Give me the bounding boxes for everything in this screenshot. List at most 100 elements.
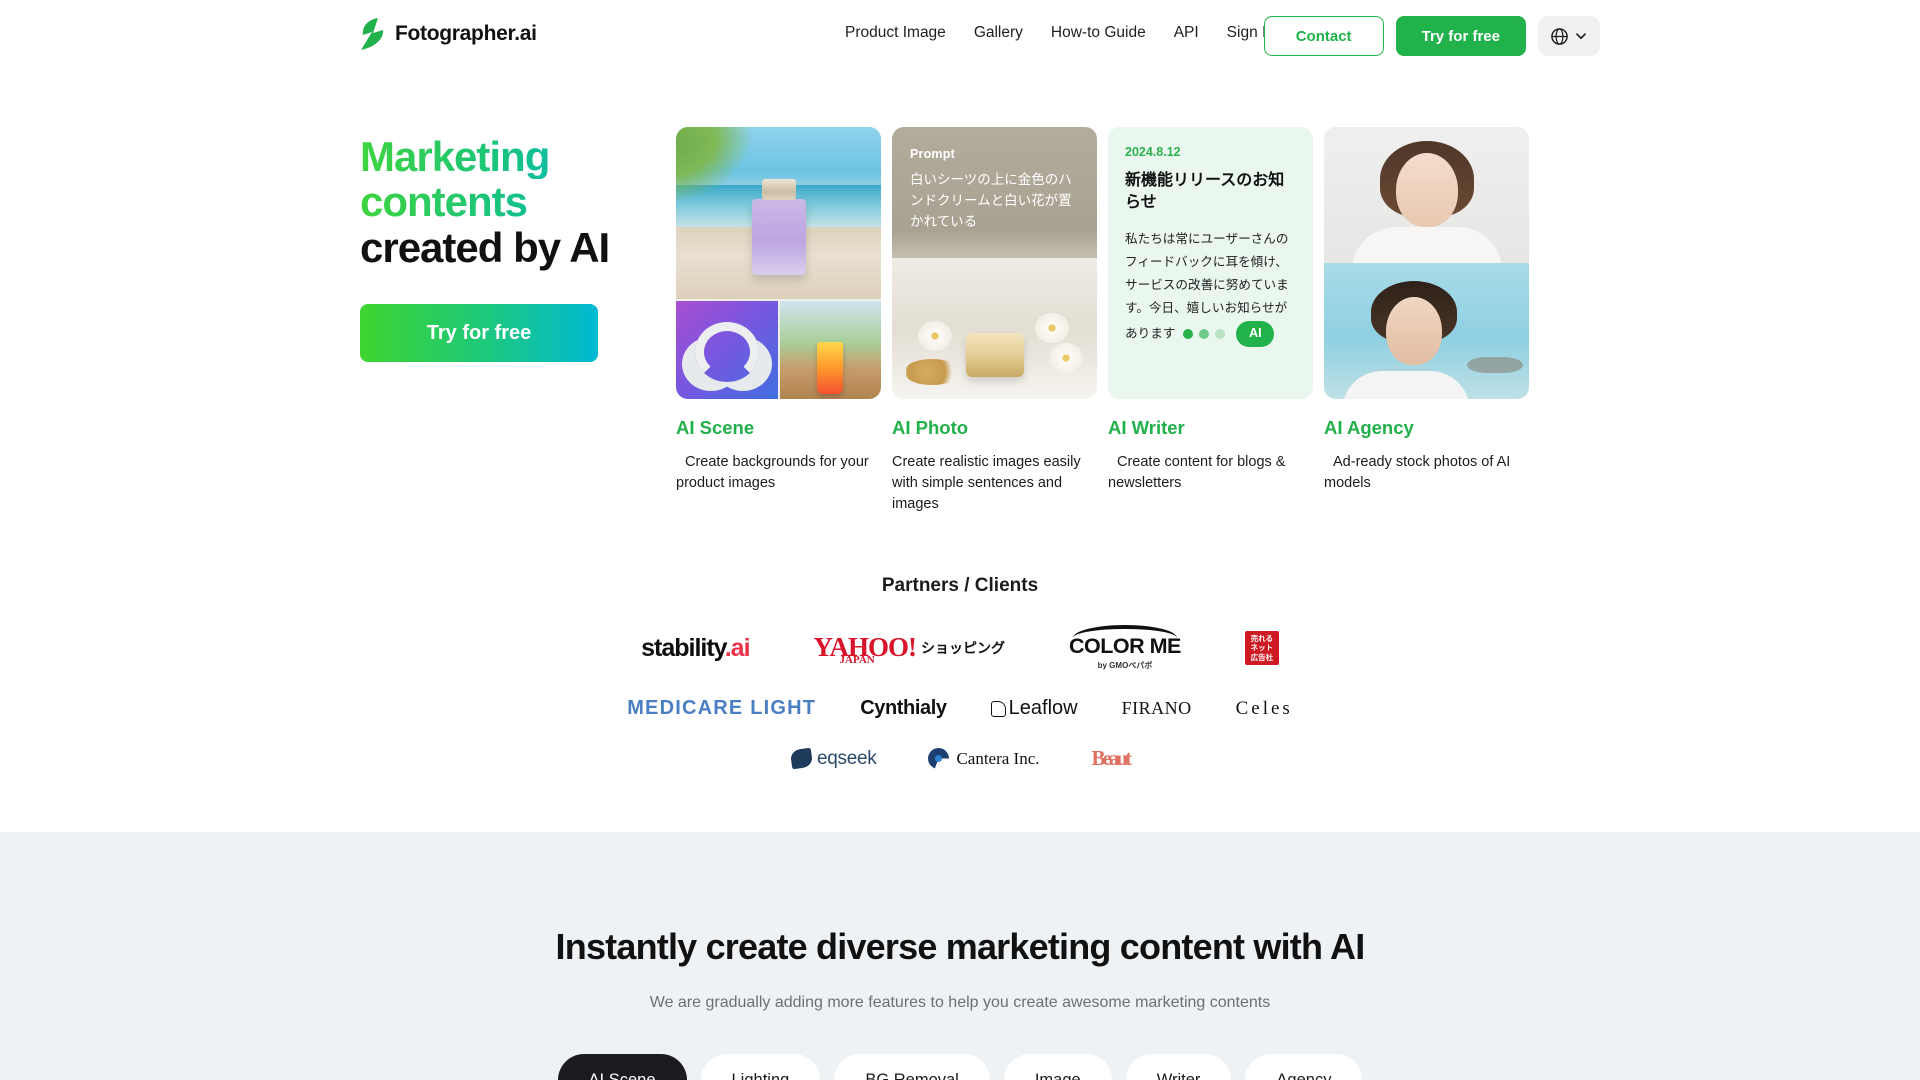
prompt-text: 白いシーツの上に金色のハンドクリームと白い花が置かれている <box>910 172 1072 229</box>
nav-item-api[interactable]: API <box>1174 24 1199 42</box>
eqseek-text: eqseek <box>816 747 877 769</box>
feature-card-ai-writer[interactable]: 2024.8.12 新機能リリースのお知らせ 私たちは常にユーザーさんのフィード… <box>1108 127 1313 515</box>
card-title: AI Photo <box>892 417 969 438</box>
partner-logo-leaflow: Leaflow <box>990 697 1078 720</box>
globe-icon <box>1551 27 1568 45</box>
hero-title-line-2: contents <box>360 179 620 225</box>
features-section: Instantly create diverse marketing conte… <box>0 832 1920 1080</box>
ai-badge: AI <box>1236 320 1275 347</box>
partner-logo-yahoo-shopping: YAHOO! JAPAN ショッピング <box>814 634 1006 666</box>
cantera-mark-icon <box>928 748 950 769</box>
dot-2 <box>1198 328 1209 339</box>
features-title: Instantly create diverse marketing conte… <box>555 926 1366 967</box>
perfume-cap <box>761 179 796 201</box>
colorme-subtext: by GMOペパボ <box>1097 661 1153 670</box>
dot-3 <box>1214 328 1225 339</box>
card-title: AI Scene <box>676 417 755 438</box>
stability-text: stability <box>641 633 726 662</box>
card-description: Ad-ready stock photos of AI models <box>1324 454 1511 492</box>
card-description: Create realistic images easily with simp… <box>892 454 1081 513</box>
tab-ai-scene[interactable]: AI Scene <box>557 1054 687 1080</box>
feature-card-ai-agency[interactable]: AI Agency Ad-ready stock photos of AI mo… <box>1324 127 1529 515</box>
brand-logo[interactable]: Fotographer.ai <box>360 18 537 50</box>
nav-item-gallery[interactable]: Gallery <box>974 24 1023 42</box>
eqseek-mark-icon <box>789 747 814 770</box>
partner-logo-cantera-inc: Cantera Inc. <box>928 748 1040 769</box>
cream-jar <box>965 333 1024 377</box>
ai-photo-media: Prompt 白いシーツの上に金色のハンドクリームと白い花が置かれている <box>892 127 1097 399</box>
product-thumbnail-row <box>676 301 881 399</box>
try-for-free-header-button[interactable]: Try for free <box>1395 16 1526 56</box>
leaf-icon <box>990 700 1006 717</box>
lightning-leaf-logo-icon <box>361 18 384 50</box>
partner-logo-beaut: Beaut <box>1091 746 1132 770</box>
feature-card-ai-photo[interactable]: Prompt 白いシーツの上に金色のハンドクリームと白い花が置かれている AI … <box>892 127 1097 515</box>
yahoo-japan-text: JAPAN <box>839 654 875 667</box>
brand-name: Fotographer.ai <box>395 22 537 45</box>
grain-pile <box>906 359 958 385</box>
contact-button[interactable]: Contact <box>1263 16 1384 56</box>
yahoo-shopping-text: ショッピング <box>921 639 1006 656</box>
tab-agency[interactable]: Agency <box>1245 1054 1363 1080</box>
features-subtitle: We are gradually adding more features to… <box>649 994 1271 1011</box>
hero-copy: Marketing contents created by AI Try for… <box>360 134 620 363</box>
background-rock <box>1467 357 1523 373</box>
card-description: Create content for blogs & newsletters <box>1108 454 1286 492</box>
cantera-text: Cantera Inc. <box>956 748 1040 768</box>
partner-logo-row-1: stability.ai YAHOO! JAPAN ショッピング COLOR M… <box>0 625 1920 671</box>
ai-writer-media: 2024.8.12 新機能リリースのお知らせ 私たちは常にユーザーさんのフィード… <box>1108 127 1313 399</box>
try-for-free-hero-button[interactable]: Try for free <box>360 304 598 363</box>
colorme-roof-icon <box>1072 625 1177 638</box>
nav-item-product-image[interactable]: Product Image <box>845 24 946 42</box>
landing-page: Fotographer.ai Product Image Gallery How… <box>0 0 1920 1080</box>
partner-logo-row-2: MEDICARE LIGHT Cynthialy Leaflow FIRANO … <box>0 697 1920 720</box>
tab-bg-removal[interactable]: BG Removal <box>834 1054 990 1080</box>
notice-heading: 新機能リリースのお知らせ <box>1125 172 1285 211</box>
chevron-down-icon <box>1576 33 1586 40</box>
site-header: Fotographer.ai Product Image Gallery How… <box>0 0 1920 72</box>
card-title: AI Agency <box>1324 417 1414 438</box>
nav-item-how-to-guide[interactable]: How-to Guide <box>1051 24 1146 42</box>
beach-perfume-image <box>676 127 881 299</box>
cocktail-thumbnail <box>779 301 881 399</box>
flower-1 <box>918 321 952 351</box>
tab-image[interactable]: Image <box>1003 1054 1112 1080</box>
feature-tabs: AI Scene Lighting BG Removal Image Write… <box>0 1054 1920 1080</box>
notice-body: 私たちは常にユーザーさんのフィードバックに耳を傾け、サービスの改善に努めています… <box>1125 228 1296 347</box>
ai-scene-media <box>676 127 881 399</box>
tab-lighting[interactable]: Lighting <box>700 1054 821 1080</box>
partner-logo-stability-ai: stability.ai <box>641 633 751 663</box>
card-title: AI Writer <box>1108 417 1185 438</box>
model-a-top <box>1351 227 1502 263</box>
tab-writer[interactable]: Writer <box>1125 1054 1232 1080</box>
ureru-text: 売れる ネット 広告社 <box>1250 633 1274 662</box>
perfume-bottle <box>751 199 806 276</box>
flower-3 <box>1049 343 1083 373</box>
header-actions: Contact Try for free <box>1263 16 1600 56</box>
partner-logo-firano: FIRANO <box>1121 698 1192 718</box>
hero-title-line-3: created by AI <box>360 223 610 271</box>
leaflow-text: Leaflow <box>1008 697 1078 719</box>
stability-accent: .ai <box>724 633 751 662</box>
male-model-photo <box>1324 263 1529 399</box>
feature-card-ai-scene[interactable]: AI Scene Create backgrounds for your pro… <box>676 127 881 515</box>
ai-agency-media <box>1324 127 1529 399</box>
notice-date: 2024.8.12 <box>1125 145 1181 159</box>
partner-logo-eqseek: eqseek <box>789 747 877 770</box>
dot-1 <box>1182 328 1193 339</box>
headphones-thumbnail <box>676 301 778 399</box>
partner-logo-ureru-net: 売れる ネット 広告社 <box>1244 631 1279 665</box>
language-selector[interactable] <box>1538 16 1600 56</box>
partner-logo-medicare-light: MEDICARE LIGHT <box>627 697 817 719</box>
partner-logo-color-me: COLOR ME by GMOペパボ <box>1069 625 1181 671</box>
feature-cards: AI Scene Create backgrounds for your pro… <box>676 127 1529 515</box>
notice-card: 2024.8.12 新機能リリースのお知らせ 私たちは常にユーザーさんのフィード… <box>1108 127 1313 399</box>
model-b-top <box>1342 371 1470 399</box>
partner-logo-celes: Celes <box>1235 697 1293 719</box>
typing-dots <box>1182 328 1225 339</box>
hero-title: Marketing contents created by AI <box>360 134 620 270</box>
partner-logo-cynthialy: Cynthialy <box>860 697 947 719</box>
partner-logo-row-3: eqseek Cantera Inc. Beaut <box>0 746 1920 771</box>
partners-section: Partners / Clients stability.ai YAHOO! J… <box>0 575 1920 771</box>
yahoo-wordmark: YAHOO! JAPAN <box>814 634 918 666</box>
